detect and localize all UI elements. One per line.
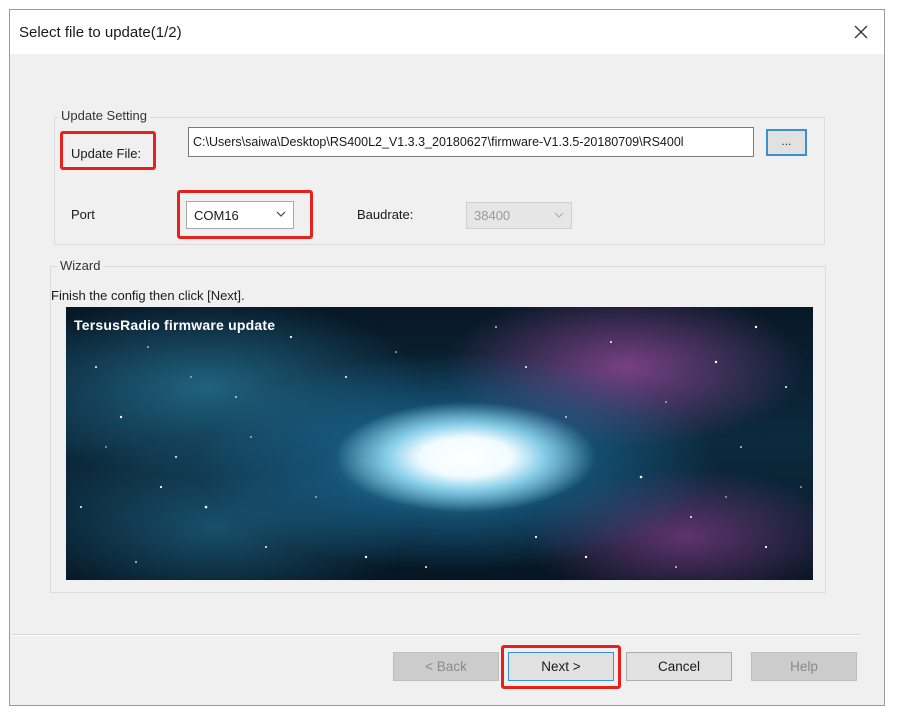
- back-button[interactable]: < Back: [393, 652, 499, 681]
- close-icon: [854, 25, 868, 39]
- cancel-button[interactable]: Cancel: [626, 652, 732, 681]
- firmware-banner-image: TersusRadio firmware update: [66, 307, 813, 580]
- title-bar: Select file to update(1/2): [10, 10, 884, 54]
- update-file-highlight: [60, 131, 156, 170]
- next-highlight: [501, 645, 621, 689]
- update-setting-label: Update Setting: [58, 108, 151, 123]
- banner-title: TersusRadio firmware update: [74, 317, 276, 333]
- port-highlight: [177, 190, 313, 239]
- update-file-input[interactable]: [188, 127, 754, 157]
- dialog-title: Select file to update(1/2): [19, 24, 182, 41]
- help-button[interactable]: Help: [751, 652, 857, 681]
- port-label: Port: [71, 207, 95, 222]
- baudrate-label: Baudrate:: [357, 207, 414, 222]
- starfield-graphic: [80, 325, 802, 568]
- baudrate-select-value: 38400: [474, 208, 511, 223]
- close-button[interactable]: [844, 16, 878, 48]
- browse-button[interactable]: ...: [766, 129, 807, 156]
- chevron-down-icon: [554, 212, 564, 218]
- baudrate-select[interactable]: 38400: [466, 202, 572, 229]
- footer-divider: [12, 634, 860, 636]
- wizard-instruction: Finish the config then click [Next].: [51, 288, 245, 303]
- wizard-label: Wizard: [57, 258, 104, 273]
